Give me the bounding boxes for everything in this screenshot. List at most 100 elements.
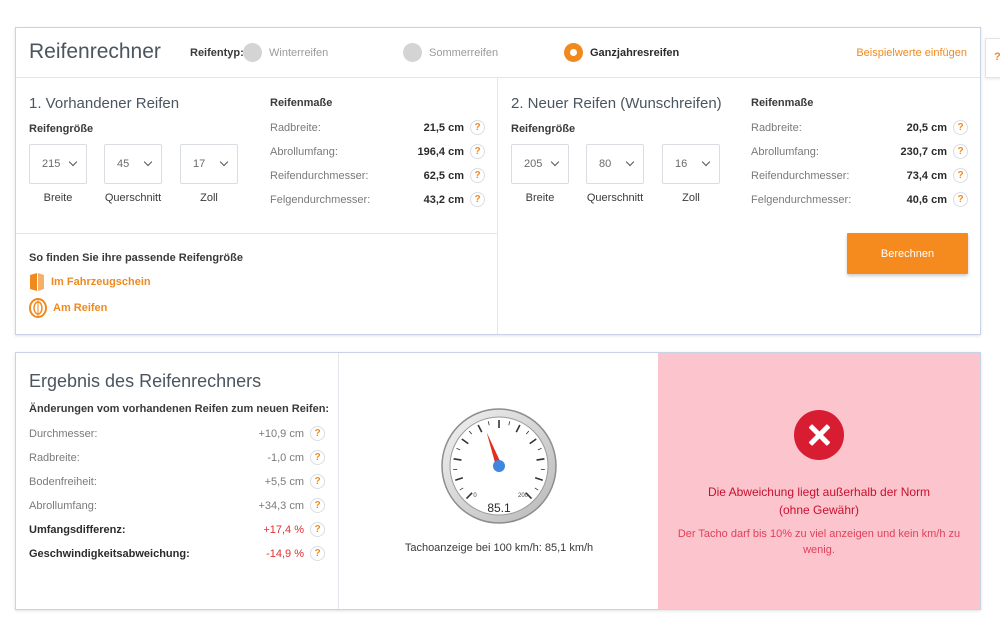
gauge-max-label: 200 <box>518 493 529 499</box>
radio-dot-icon <box>403 43 422 62</box>
measure-label: Felgendurchmesser: <box>270 193 371 206</box>
chevron-down-icon <box>143 157 153 167</box>
measure-value: 40,6 cm <box>906 193 947 206</box>
measure-value: 73,4 cm <box>906 169 947 182</box>
result-subtitle: Änderungen vom vorhandenen Reifen zum ne… <box>29 403 330 415</box>
radio-winterreifen[interactable]: Winterreifen <box>243 43 328 62</box>
select-value: 80 <box>599 158 612 170</box>
select-caption: Zoll <box>200 192 218 204</box>
tacho-caption: Tachoanzeige bei 100 km/h: 85,1 km/h <box>404 542 594 554</box>
measure-row: Reifendurchmesser: 73,4 cm ? <box>751 168 968 183</box>
verdict-note: Der Tacho darf bis 10% zu viel anzeigen … <box>677 528 961 556</box>
measure-label: Abrollumfang: <box>751 145 819 158</box>
select-value: 45 <box>117 158 130 170</box>
result-row: Abrollumfang: +34,3 cm ? <box>29 498 325 513</box>
result-row: Radbreite: -1,0 cm ? <box>29 450 325 465</box>
new-measures-title: Reifenmaße <box>751 97 814 109</box>
help-icon[interactable]: ? <box>953 120 968 135</box>
page-title: Reifenrechner <box>29 40 161 63</box>
chevron-down-icon <box>68 157 78 167</box>
help-icon[interactable]: ? <box>310 498 325 513</box>
result-label: Abrollumfang: <box>29 499 97 512</box>
measure-row: Radbreite: 21,5 cm ? <box>270 120 485 135</box>
radio-ganzjahresreifen[interactable]: Ganzjahresreifen <box>564 43 679 62</box>
example-values-link[interactable]: Beispielwerte einfügen <box>856 47 967 59</box>
measure-row: Reifendurchmesser: 62,5 cm ? <box>270 168 485 183</box>
help-icon[interactable]: ? <box>470 144 485 159</box>
current-size-label: Reifengröße <box>29 123 94 135</box>
select-caption: Querschnitt <box>104 192 162 204</box>
new-tire-title: 2. Neuer Reifen (Wunschreifen) <box>511 95 722 112</box>
divider <box>16 77 980 78</box>
result-value: -1,0 cm <box>267 451 304 464</box>
measure-row: Abrollumfang: 230,7 cm ? <box>751 144 968 159</box>
select-caption: Querschnitt <box>586 192 644 204</box>
measure-row: Abrollumfang: 196,4 cm ? <box>270 144 485 159</box>
new-width-select[interactable]: 205 <box>511 144 569 184</box>
help-icon[interactable]: ? <box>953 144 968 159</box>
select-caption: Breite <box>525 192 555 204</box>
measure-row: Felgendurchmesser: 40,6 cm ? <box>751 192 968 207</box>
speedometer-gauge: 0 200 85.1 <box>441 408 557 524</box>
help-icon[interactable]: ? <box>310 450 325 465</box>
select-value: 215 <box>42 158 61 170</box>
side-help-tab[interactable]: ? <box>985 38 1000 78</box>
radio-sommerreifen[interactable]: Sommerreifen <box>403 43 498 62</box>
document-icon <box>30 273 44 291</box>
tire-icon <box>29 298 47 318</box>
result-row: Bodenfreiheit: +5,5 cm ? <box>29 474 325 489</box>
measure-value: 230,7 cm <box>900 145 947 158</box>
new-inch-select[interactable]: 16 <box>662 144 720 184</box>
result-value: +5,5 cm <box>264 475 304 488</box>
help-icon[interactable]: ? <box>953 168 968 183</box>
measure-value: 43,2 cm <box>423 193 464 206</box>
current-width-select[interactable]: 215 <box>29 144 87 184</box>
measure-value: 196,4 cm <box>417 145 464 158</box>
result-label: Durchmesser: <box>29 427 98 440</box>
current-inch-select[interactable]: 17 <box>180 144 238 184</box>
help-icon[interactable]: ? <box>470 168 485 183</box>
select-caption: Breite <box>43 192 73 204</box>
result-label: Geschwindigkeitsabweichung: <box>29 547 190 560</box>
result-value: +34,3 cm <box>258 499 304 512</box>
radio-label: Winterreifen <box>269 46 329 59</box>
calculator-card: Reifenrechner Reifentyp: Winterreifen So… <box>15 27 981 335</box>
on-tire-link[interactable]: Am Reifen <box>29 298 107 318</box>
calculate-button[interactable]: Berechnen <box>847 233 968 274</box>
help-icon[interactable]: ? <box>470 120 485 135</box>
chevron-down-icon <box>701 157 711 167</box>
result-title: Ergebnis des Reifenrechners <box>29 371 262 391</box>
divider <box>497 78 498 334</box>
result-value: -14,9 % <box>266 547 304 560</box>
result-label: Radbreite: <box>29 451 80 464</box>
result-card: Ergebnis des Reifenrechners Änderungen v… <box>15 352 981 610</box>
radio-label: Sommerreifen <box>429 46 499 59</box>
select-value: 17 <box>193 158 206 170</box>
new-size-label: Reifengröße <box>511 123 576 135</box>
divider <box>16 233 497 234</box>
help-icon[interactable]: ? <box>470 192 485 207</box>
measure-label: Felgendurchmesser: <box>751 193 852 206</box>
help-icon[interactable]: ? <box>310 474 325 489</box>
error-cross-icon <box>794 410 844 460</box>
help-icon[interactable]: ? <box>953 192 968 207</box>
measure-value: 62,5 cm <box>423 169 464 182</box>
new-profile-select[interactable]: 80 <box>586 144 644 184</box>
help-icon[interactable]: ? <box>310 522 325 537</box>
gauge-reading: 85.1 <box>487 501 511 515</box>
help-icon[interactable]: ? <box>310 426 325 441</box>
verdict-line: (ohne Gewähr) <box>778 503 860 517</box>
tacho-panel: 0 200 85.1 Tachoanzeige bei 100 km/h: 85… <box>338 353 658 609</box>
verdict-panel: Die Abweichung liegt außerhalb der Norm … <box>658 353 980 609</box>
result-value: +10,9 cm <box>258 427 304 440</box>
measure-value: 21,5 cm <box>423 121 464 134</box>
current-profile-select[interactable]: 45 <box>104 144 162 184</box>
radio-label: Ganzjahresreifen <box>590 46 680 59</box>
help-icon: ? <box>994 51 1000 63</box>
link-label: Am Reifen <box>53 302 108 314</box>
measure-value: 20,5 cm <box>906 121 947 134</box>
help-icon[interactable]: ? <box>310 546 325 561</box>
chevron-down-icon <box>550 157 560 167</box>
vehicle-registration-link[interactable]: Im Fahrzeugschein <box>29 272 151 292</box>
result-value: +17,4 % <box>263 523 304 536</box>
